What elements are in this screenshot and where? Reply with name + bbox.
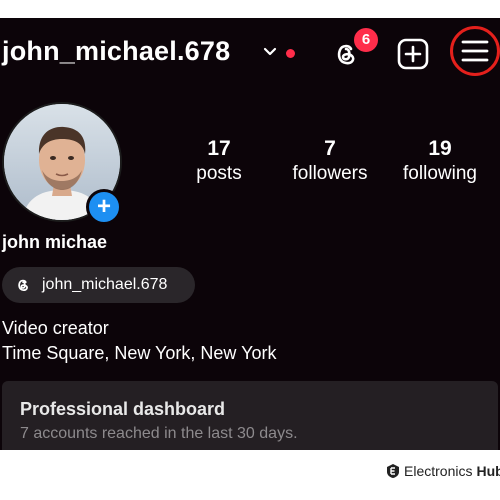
threads-icon bbox=[18, 279, 28, 291]
menu-button[interactable] bbox=[450, 26, 500, 76]
stat-label: posts bbox=[196, 163, 242, 184]
stat-posts[interactable]: 17 posts bbox=[164, 136, 274, 186]
dashboard-title: Professional dashboard bbox=[20, 399, 226, 419]
stat-value: 19 bbox=[428, 137, 452, 160]
watermark: Electronics Hub bbox=[386, 461, 500, 481]
professional-dashboard-card[interactable]: Professional dashboard 7 accounts reache… bbox=[2, 381, 498, 450]
stat-value: 7 bbox=[324, 137, 336, 160]
stat-value: 17 bbox=[207, 137, 231, 160]
add-story-button[interactable]: + bbox=[86, 189, 122, 225]
stat-label: following bbox=[403, 163, 477, 184]
dashboard-subtitle: 7 accounts reached in the last 30 days. bbox=[20, 425, 298, 442]
notification-badge: 6 bbox=[352, 26, 380, 54]
chevron-down-icon[interactable] bbox=[262, 44, 278, 60]
threads-profile-link[interactable]: john_michael.678 bbox=[2, 267, 195, 303]
bio-location: Time Square, New York, New York bbox=[2, 343, 277, 363]
bio-category: Video creator bbox=[2, 318, 109, 338]
watermark-brand: Electronics bbox=[404, 463, 473, 479]
hamburger-menu-icon bbox=[461, 40, 489, 62]
unread-dot bbox=[286, 49, 295, 58]
electronicshub-logo-icon bbox=[387, 464, 399, 478]
account-switcher-username[interactable]: john_michael.678 bbox=[2, 36, 230, 67]
display-name: john michae bbox=[2, 232, 108, 252]
top-bar: john_michael.678 6 bbox=[0, 18, 500, 84]
threads-handle: john_michael.678 bbox=[42, 276, 168, 293]
stat-label: followers bbox=[292, 163, 368, 184]
profile-screen: john_michael.678 6 + 17 posts 7 follower… bbox=[0, 18, 500, 450]
watermark-brand-bold: Hub bbox=[476, 463, 500, 479]
stat-following[interactable]: 19 following bbox=[385, 136, 495, 186]
add-post-icon[interactable] bbox=[396, 37, 430, 71]
stat-followers[interactable]: 7 followers bbox=[275, 136, 385, 186]
